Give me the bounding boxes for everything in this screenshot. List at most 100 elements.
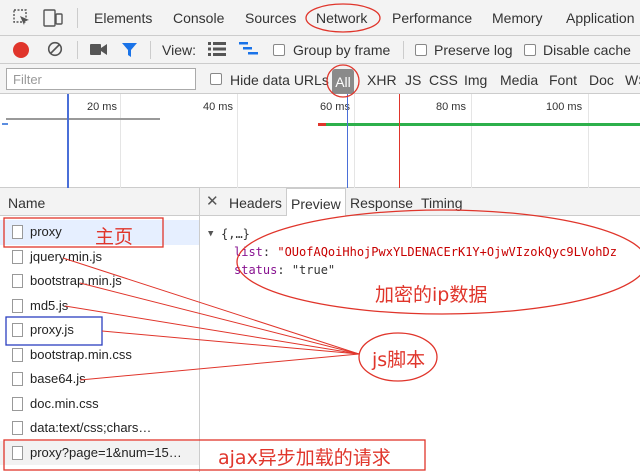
json-root[interactable]: {,…} [221, 227, 250, 241]
request-row[interactable]: data:text/css;chars… [0, 416, 199, 441]
document-icon [12, 298, 23, 313]
type-filter-img[interactable]: Img [464, 72, 487, 88]
toolbar-separator [77, 41, 78, 59]
close-icon[interactable]: ✕ [206, 194, 219, 209]
filter-icon[interactable] [121, 42, 138, 63]
overview-gridline [237, 94, 238, 188]
tab-headers[interactable]: Headers [229, 188, 282, 216]
tab-timing[interactable]: Timing [421, 188, 463, 216]
type-filter-doc[interactable]: Doc [589, 72, 614, 88]
inspect-element-icon[interactable] [13, 9, 31, 32]
preserve-log-checkbox[interactable] [415, 44, 427, 56]
group-by-frame-label: Group by frame [293, 42, 391, 58]
document-icon [12, 421, 23, 435]
network-overview: 20 ms 40 ms 60 ms 80 ms 100 ms [0, 94, 640, 188]
document-icon [12, 323, 23, 337]
tab-memory[interactable]: Memory [492, 0, 543, 36]
tab-performance[interactable]: Performance [392, 0, 472, 36]
annotation-encrypted-ip: 加密的ip数据 [375, 284, 488, 306]
type-filter-all[interactable]: All [332, 69, 354, 95]
clear-icon[interactable] [47, 41, 63, 62]
toolbar-separator [403, 41, 404, 59]
overview-tick: 20 ms [87, 101, 117, 113]
tab-preview[interactable]: Preview [286, 188, 346, 216]
overview-gridline [354, 94, 355, 188]
overview-bar-gray [6, 118, 160, 120]
tab-elements[interactable]: Elements [94, 0, 152, 36]
document-icon [12, 396, 23, 411]
json-value: "OUofAQoiHhojPwxYLDENACErK1Y+OjwVIzokQyc… [277, 245, 617, 259]
filter-bar: Hide data URLs XHR JS CSS Img Media Font… [0, 64, 640, 94]
overview-tick: 60 ms [320, 101, 350, 113]
disable-cache-label: Disable cache [543, 42, 631, 58]
tab-console[interactable]: Console [173, 0, 224, 36]
type-filter-xhr[interactable]: XHR [367, 72, 397, 88]
overview-bar-blue [2, 123, 8, 125]
toolbar-separator [150, 41, 151, 59]
request-row[interactable]: proxy.js [0, 318, 199, 343]
large-rows-icon[interactable] [208, 42, 226, 61]
overview-gridline [120, 94, 121, 188]
overview-tick: 80 ms [436, 101, 466, 113]
type-filter-media[interactable]: Media [500, 72, 538, 88]
filter-input[interactable] [6, 68, 196, 90]
document-icon [12, 274, 23, 288]
tab-sources[interactable]: Sources [245, 0, 296, 36]
type-filter-font[interactable]: Font [549, 72, 577, 88]
request-row[interactable]: md5.js [0, 294, 199, 319]
hide-data-urls-label: Hide data URLs [230, 72, 329, 88]
json-colon: : [277, 263, 292, 277]
json-key: status [234, 263, 278, 277]
group-by-frame-checkbox[interactable] [273, 44, 285, 56]
type-filter-css[interactable]: CSS [429, 72, 458, 88]
devtools-tabbar: Elements Console Sources Network Perform… [0, 0, 640, 36]
expand-triangle-icon[interactable]: ▼ [208, 229, 213, 239]
tab-response[interactable]: Response [350, 188, 413, 216]
tab-network[interactable]: Network [316, 0, 367, 36]
network-toolbar: View: Group by frame Preserve log Disabl… [0, 36, 640, 64]
request-row[interactable]: doc.min.css [0, 392, 199, 417]
overview-bar-green [326, 123, 640, 126]
annotation-js-scripts: js脚本 [372, 349, 426, 371]
document-icon [12, 347, 23, 362]
annotation-ajax: ajax异步加载的请求 [218, 447, 391, 469]
name-header-label: Name [8, 195, 46, 211]
detail-tabbar: ✕ Headers Preview Response Timing [200, 188, 640, 216]
waterfall-icon[interactable] [239, 42, 259, 61]
json-colon: : [262, 245, 278, 259]
json-status-row[interactable]: status: "true" [234, 263, 335, 277]
document-icon [12, 249, 23, 264]
overview-tick: 40 ms [203, 101, 233, 113]
record-icon[interactable] [13, 42, 29, 58]
type-filter-ws[interactable]: WS [625, 72, 640, 88]
tabbar-separator [77, 8, 78, 28]
view-label: View: [162, 42, 196, 58]
preserve-log-label: Preserve log [434, 42, 513, 58]
request-row[interactable]: proxy?page=1&num=15… [0, 440, 199, 465]
request-row[interactable]: bootstrap.min.js [0, 269, 199, 294]
hide-data-urls-checkbox[interactable] [210, 73, 222, 85]
device-toolbar-icon[interactable] [43, 9, 63, 32]
tab-application[interactable]: Application [566, 0, 635, 36]
json-list-row[interactable]: list: "OUofAQoiHhojPwxYLDENACErK1Y+OjwVI… [234, 245, 617, 259]
overview-gridline [588, 94, 589, 188]
name-column-header[interactable]: Name [0, 188, 200, 216]
request-row[interactable]: base64.js [0, 367, 199, 392]
disable-cache-checkbox[interactable] [524, 44, 536, 56]
load-line [399, 94, 400, 188]
request-row[interactable]: bootstrap.min.css [0, 343, 199, 368]
document-icon [12, 225, 23, 239]
dom-content-loaded-line [347, 94, 348, 188]
json-value: "true" [291, 263, 336, 277]
overview-tick: 100 ms [546, 101, 583, 113]
request-list: proxy jquery.min.js bootstrap.min.js md5… [0, 216, 200, 472]
dom-content-loaded-line [67, 94, 69, 188]
type-filter-js[interactable]: JS [405, 72, 421, 88]
annotation-main-page: 主页 [95, 226, 134, 248]
overview-bar-red [318, 123, 326, 126]
document-icon [12, 372, 23, 386]
preview-panel: ▼ {,…} list: "OUofAQoiHhojPwxYLDENACErK1… [200, 216, 640, 472]
document-icon [12, 445, 23, 460]
overview-gridline [471, 94, 472, 188]
camera-icon[interactable] [90, 43, 107, 61]
